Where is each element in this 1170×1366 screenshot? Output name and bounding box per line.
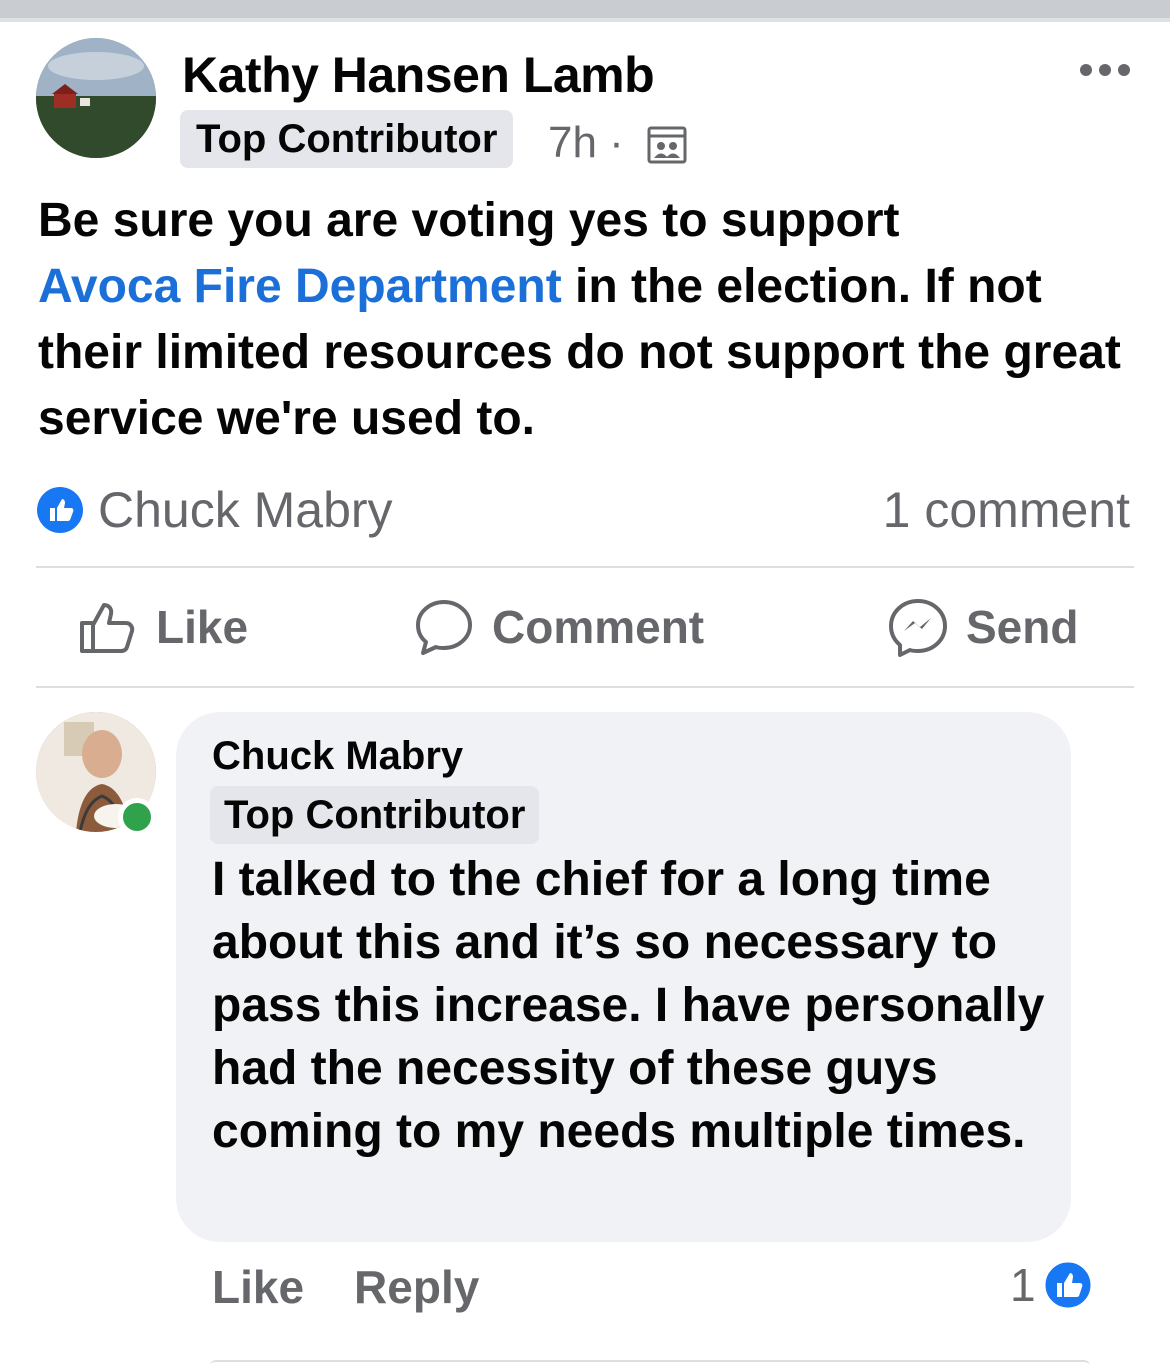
post-timestamp[interactable]: 7h · <box>548 118 624 168</box>
comment-author-name[interactable]: Chuck Mabry <box>212 734 463 779</box>
post-author-name[interactable]: Kathy Hansen Lamb <box>182 46 655 104</box>
comment-icon <box>416 600 472 655</box>
reaction-summary[interactable]: Chuck Mabry <box>36 480 393 540</box>
comment-reaction-count: 1 <box>1010 1259 1036 1311</box>
comment-reaction-summary[interactable]: 1 <box>1010 1258 1094 1312</box>
thumbs-up-icon <box>80 603 135 653</box>
comment-reply-button[interactable]: Reply <box>354 1260 479 1314</box>
comment-button[interactable]: Comment <box>414 592 704 662</box>
more-icon[interactable] <box>1078 60 1132 80</box>
send-button-label: Send <box>966 601 1079 653</box>
like-reaction-icon <box>37 487 83 533</box>
avatar-landscape-icon <box>36 38 156 158</box>
comment-like-reaction-icon <box>1042 1259 1094 1311</box>
top-contributor-badge: Top Contributor <box>180 110 514 168</box>
like-button-label: Like <box>156 601 249 653</box>
online-status-indicator <box>118 798 156 836</box>
like-button[interactable]: Like <box>78 592 248 662</box>
comment-top-contributor-badge: Top Contributor <box>210 786 540 844</box>
top-strip <box>0 0 1170 22</box>
comment-count[interactable]: 1 comment <box>883 480 1130 540</box>
divider-bottom <box>36 686 1134 688</box>
comment-button-label: Comment <box>492 601 705 653</box>
messenger-icon <box>889 599 947 657</box>
reactor-name: Chuck Mabry <box>98 482 393 538</box>
next-comment-edge <box>210 1360 1090 1366</box>
divider-top <box>36 566 1134 568</box>
mentioned-page-link[interactable]: Avoca Fire Department <box>38 260 562 313</box>
comment-actions: Like Reply <box>212 1260 479 1314</box>
post-body-line1: Be sure you are voting yes to support <box>38 194 900 247</box>
comment-text: I talked to the chief for a long time ab… <box>212 853 1045 1158</box>
send-button[interactable]: Send <box>888 592 1078 662</box>
audience-icon[interactable] <box>646 124 688 166</box>
post-body: Be sure you are voting yes to support Av… <box>38 188 1138 452</box>
author-avatar[interactable] <box>36 38 156 158</box>
comment-like-button[interactable]: Like <box>212 1260 304 1314</box>
